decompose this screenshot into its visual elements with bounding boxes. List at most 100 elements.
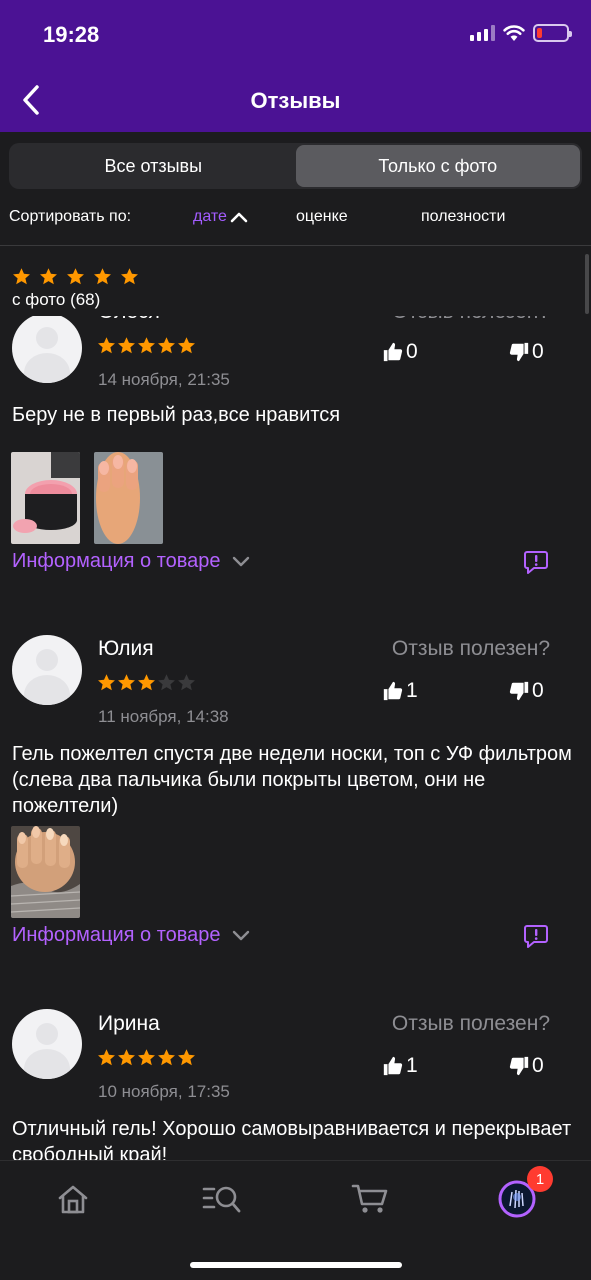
star-icon [158,1049,175,1066]
product-info-label: Информация о товаре [12,550,221,572]
like-count: 0 [406,340,418,363]
review-rating-stars [97,336,196,355]
app-header: 19:28 Отзывы [0,0,591,132]
thumbs-down-icon [509,681,529,701]
cart-icon [351,1184,388,1213]
report-button[interactable] [523,923,549,949]
avatar [12,1009,82,1079]
wifi-icon [503,25,525,41]
helpful-question: Отзыв полезен? [392,316,550,324]
page-title: Отзывы [250,88,341,113]
star-icon [121,268,138,285]
review-author: Юлия [98,637,154,660]
review-author: Ирина [98,1012,160,1035]
scrollbar[interactable] [585,254,589,314]
dislike-button[interactable]: 0 [508,679,544,703]
like-button[interactable]: 1 [382,1054,418,1078]
star-icon [138,1049,155,1066]
chevron-down-icon [232,556,249,566]
photo-manicure [94,452,163,544]
review-filter-tabs: Все отзывы Только с фото [9,143,582,189]
sort-by-date-label: дате [193,208,227,225]
review-text: Отличный гель! Хорошо самовыравнивается … [12,1118,572,1160]
status-time: 19:28 [43,22,100,47]
catalog-search-icon [202,1186,241,1213]
like-button[interactable]: 1 [382,679,418,703]
reviews-list[interactable]: Олеся 14 ноября, 21:35 Отзыв полезен? 0 … [0,316,591,1160]
nav-home[interactable] [53,1179,93,1219]
review-date: 14 ноября, 21:35 [98,370,230,389]
star-icon [178,337,195,354]
avatar [12,316,82,383]
product-info-link[interactable]: Информация о товаре [12,550,251,573]
star-icon [13,268,30,285]
report-button[interactable] [523,549,549,575]
star-icon [118,1049,135,1066]
star-empty-icon [158,674,175,691]
review-text: Гель пожелтел спустя две недели носки, т… [12,743,572,817]
dislike-count: 0 [532,340,544,363]
star-empty-icon [178,674,195,691]
like-count: 1 [406,1054,418,1077]
dislike-button[interactable]: 0 [508,1054,544,1078]
dislike-count: 0 [532,1054,544,1077]
home-indicator [190,1262,402,1268]
review-rating-stars [97,1048,196,1067]
thumbs-down-icon [509,1056,529,1076]
filter-rating-stars [12,267,139,286]
star-icon [67,268,84,285]
dislike-count: 0 [532,679,544,702]
dislike-button[interactable]: 0 [508,340,544,364]
profile-notification-badge: 1 [527,1166,553,1192]
star-icon [40,268,57,285]
review-photo[interactable] [94,452,163,544]
star-icon [98,674,115,691]
helpful-question: Отзыв полезен? [391,1012,550,1035]
photo-gel-jars [11,452,80,544]
report-icon [524,925,548,948]
nav-catalog[interactable] [202,1179,242,1219]
star-icon [158,337,175,354]
chevron-down-icon [232,930,249,940]
like-count: 1 [406,679,418,702]
star-icon [178,1049,195,1066]
sort-by-date[interactable]: дате [193,208,249,226]
review-photo[interactable] [11,826,80,918]
star-icon [118,674,135,691]
star-icon [118,337,135,354]
star-icon [98,337,115,354]
report-icon [524,551,548,574]
review-author: Олеся [98,316,160,324]
product-info-link[interactable]: Информация о товаре [12,924,251,947]
review-date: 10 ноября, 17:35 [98,1082,230,1101]
photo-nails-under-lamp [11,826,80,918]
thumbs-up-icon [383,342,403,362]
photo-review-count: с фото (68) [12,290,101,309]
sort-bar: Сортировать по: дате оценке полезности [0,198,591,246]
star-icon [138,674,155,691]
product-info-label: Информация о товаре [12,924,221,946]
status-icons [470,24,572,42]
sort-by-rating[interactable]: оценке [296,208,348,226]
review-text: Беру не в первый раз,все нравится [12,404,341,426]
review-rating-stars [97,673,196,692]
nav-cart[interactable] [350,1179,390,1219]
sort-by-usefulness[interactable]: полезности [421,208,505,226]
avatar [12,635,82,705]
like-button[interactable]: 0 [382,340,418,364]
thumbs-up-icon [383,1056,403,1076]
chevron-up-icon [230,212,248,223]
thumbs-down-icon [509,342,529,362]
tab-photo-only[interactable]: Только с фото [295,145,580,187]
review-photo[interactable] [11,452,80,544]
tab-all-reviews[interactable]: Все отзывы [11,145,296,187]
star-icon [94,268,111,285]
star-icon [98,1049,115,1066]
home-icon [58,1185,88,1214]
battery-icon [533,24,572,42]
helpful-question: Отзыв полезен? [391,637,550,660]
sort-label: Сортировать по: [9,208,132,225]
cellular-signal-icon [470,25,495,41]
review-date: 11 ноября, 14:38 [98,707,229,726]
thumbs-up-icon [383,681,403,701]
